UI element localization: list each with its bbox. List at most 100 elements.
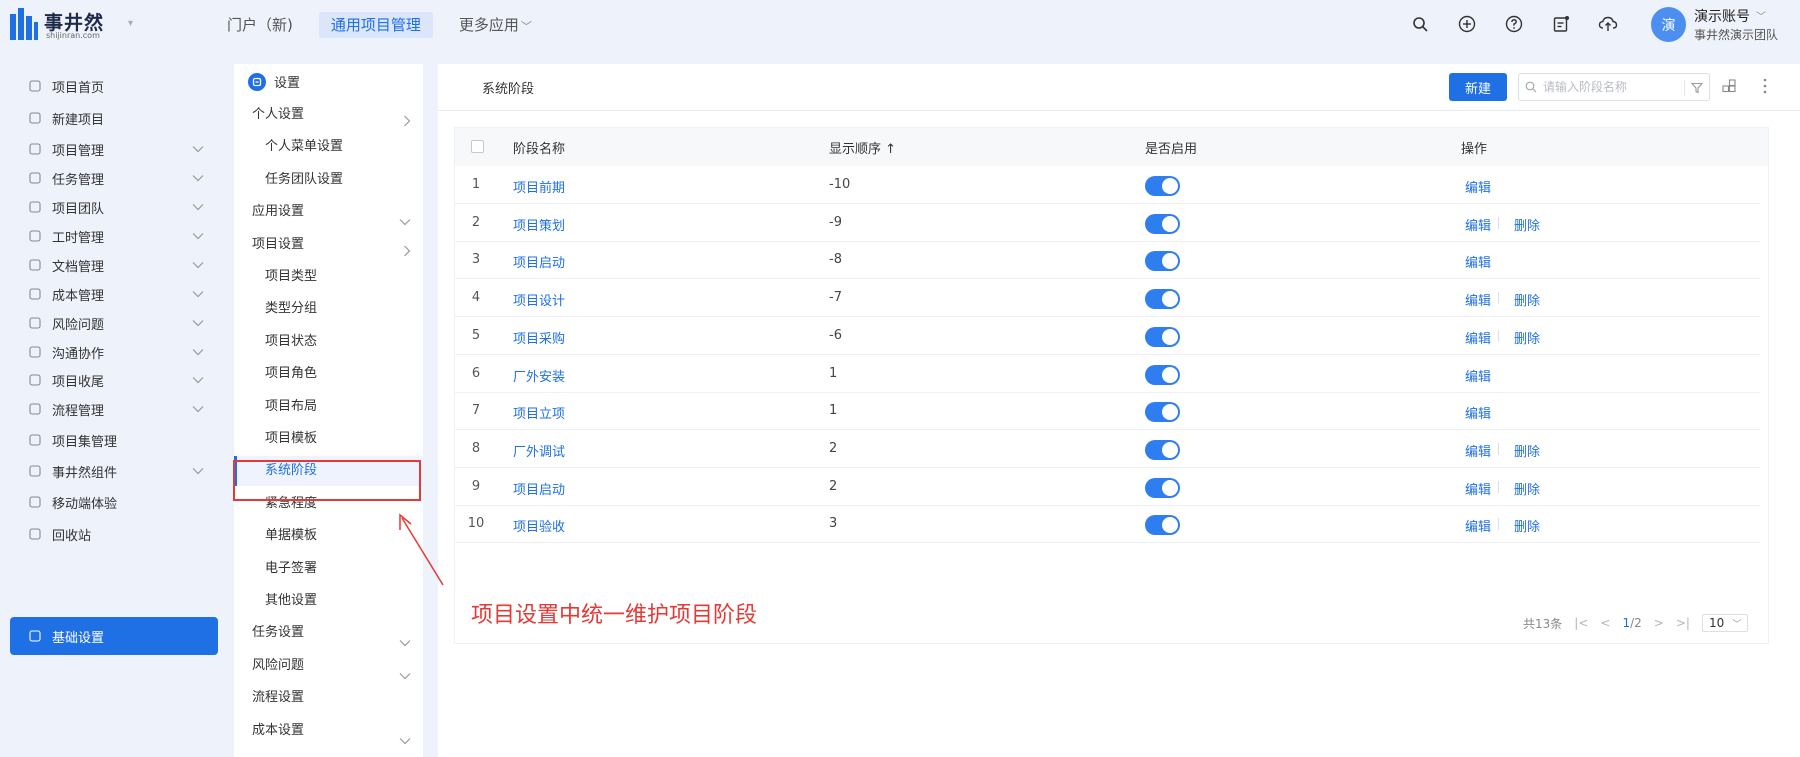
op-separator [1498, 442, 1499, 455]
pager-total: 共13条 [1523, 616, 1563, 631]
settings-menu-item[interactable]: 个人设置 [234, 100, 423, 130]
enabled-toggle[interactable] [1145, 515, 1180, 536]
nav-project-management[interactable]: 通用项目管理 [318, 12, 433, 38]
user-name[interactable]: 演示账号 [1694, 6, 1750, 26]
settings-menu-label: 流程设置 [252, 690, 305, 706]
chevron-down-icon [399, 727, 411, 757]
delete-link[interactable]: 删除 [1514, 516, 1540, 535]
stage-name-link[interactable]: 项目采购 [513, 328, 565, 347]
first-page-icon[interactable]: |< [1574, 616, 1588, 630]
settings-menu-item[interactable]: 项目布局 [234, 392, 423, 422]
delete-link[interactable]: 删除 [1514, 215, 1540, 234]
chevron-down-icon[interactable]: ﹀ [1756, 8, 1766, 23]
more-icon[interactable] [1762, 77, 1768, 99]
enabled-toggle[interactable] [1145, 439, 1180, 460]
enabled-toggle[interactable] [1145, 176, 1180, 196]
settings-menu-item[interactable]: 项目类型 [234, 262, 423, 292]
settings-menu-item[interactable]: 个人菜单设置 [234, 132, 423, 162]
stage-name-link[interactable]: 项目前期 [513, 177, 565, 196]
enabled-toggle[interactable] [1145, 326, 1180, 347]
display-order: -7 [829, 290, 842, 306]
select-all-checkbox[interactable] [471, 140, 484, 153]
stage-name-link[interactable]: 项目策划 [513, 215, 565, 234]
avatar[interactable]: 演 [1651, 7, 1686, 42]
edit-link[interactable]: 编辑 [1465, 328, 1491, 347]
search-icon [1519, 81, 1543, 93]
enabled-toggle[interactable] [1145, 364, 1180, 385]
search-icon[interactable] [1408, 12, 1432, 36]
edit-link[interactable]: 编辑 [1465, 290, 1491, 309]
edit-link[interactable]: 编辑 [1465, 479, 1491, 498]
chevron-down-icon [192, 229, 204, 244]
display-order: -9 [829, 214, 842, 230]
nav-portal[interactable]: 门户（新) [215, 12, 305, 38]
delete-link[interactable]: 删除 [1514, 479, 1540, 498]
edit-link[interactable]: 编辑 [1465, 215, 1491, 234]
nav-more-apps[interactable]: 更多应用 ﹀ [447, 12, 544, 38]
page-size-select[interactable]: 10 ﹀ [1701, 614, 1749, 632]
filter-icon[interactable] [1684, 80, 1703, 96]
stage-name-link[interactable]: 项目设计 [513, 290, 565, 309]
stage-name-link[interactable]: 项目立项 [513, 403, 565, 422]
plus-circle-icon[interactable] [1455, 12, 1479, 36]
table-row: 10 项目验收 3 编辑 删除 [455, 505, 1760, 544]
settings-menu-item[interactable]: 项目状态 [234, 327, 423, 357]
enabled-toggle[interactable] [1145, 251, 1180, 272]
settings-menu-item[interactable]: 任务团队设置 [234, 165, 423, 195]
new-button[interactable]: 新建 [1449, 73, 1507, 101]
edit-link[interactable]: 编辑 [1465, 516, 1491, 535]
prev-page-icon[interactable]: < [1600, 616, 1610, 630]
settings-menu-item[interactable]: 其他设置 [234, 586, 423, 616]
trash-icon [28, 527, 42, 541]
edit-link[interactable]: 编辑 [1465, 177, 1491, 196]
cloud-upload-icon[interactable] [1596, 12, 1620, 36]
settings-menu-item[interactable]: 流程设置 [234, 683, 423, 713]
stage-name-link[interactable]: 厂外安装 [513, 366, 565, 385]
stack-icon [28, 433, 42, 447]
settings-menu-item[interactable]: 成本设置 [234, 716, 423, 746]
delete-link[interactable]: 删除 [1514, 290, 1540, 309]
sidebar-item-label: 沟通协作 [52, 346, 105, 362]
delete-link[interactable]: 删除 [1514, 441, 1540, 460]
search-input[interactable] [1543, 80, 1679, 94]
settings-menu-item[interactable]: 任务设置 [234, 618, 423, 648]
enabled-toggle[interactable] [1145, 477, 1180, 498]
settings-menu-item[interactable]: 项目角色 [234, 359, 423, 389]
stage-name-link[interactable]: 项目启动 [513, 252, 565, 271]
logo-subtext: shijinran.com [46, 31, 100, 40]
settings-menu-item[interactable]: 项目模板 [234, 424, 423, 454]
settings-menu-item[interactable]: 类型分组 [234, 294, 423, 324]
stage-name-link[interactable]: 项目启动 [513, 479, 565, 498]
highlight-box [233, 460, 421, 501]
col-order[interactable]: 显示顺序 ↑ [829, 138, 896, 157]
pager-position: 1/2 [1622, 616, 1641, 630]
stage-name-link[interactable]: 项目验收 [513, 516, 565, 535]
layout-icon[interactable] [1722, 79, 1736, 97]
stage-name-link[interactable]: 厂外调试 [513, 441, 565, 460]
col-name[interactable]: 阶段名称 [513, 138, 565, 157]
app-logo[interactable]: 事井然 shijinran.com ▾ [10, 6, 133, 44]
enabled-toggle[interactable] [1145, 289, 1180, 310]
stages-table: 阶段名称 显示顺序 ↑ 是否启用 操作 1 项目前期 -10 编辑 2 项目策划 -9 编辑删… [454, 127, 1769, 644]
delete-link[interactable]: 删除 [1514, 328, 1540, 347]
last-page-icon[interactable]: >| [1676, 616, 1690, 630]
settings-menu-item[interactable]: 项目设置 [234, 230, 423, 260]
chevron-down-icon [192, 402, 204, 417]
enabled-toggle[interactable] [1145, 402, 1180, 423]
edit-link[interactable]: 编辑 [1465, 403, 1491, 422]
enabled-toggle[interactable] [1145, 213, 1180, 234]
help-icon[interactable] [1502, 12, 1526, 36]
chevron-down-icon[interactable]: ▾ [128, 18, 133, 29]
chevron-down-icon [192, 258, 204, 273]
sidebar-item[interactable]: 回收站 [10, 515, 218, 553]
notice-icon[interactable] [1549, 12, 1573, 36]
logo-mark-icon [10, 8, 38, 40]
edit-link[interactable]: 编辑 [1465, 252, 1491, 271]
settings-menu-item[interactable]: 应用设置 [234, 197, 423, 227]
settings-menu-item[interactable]: 风险问题 [234, 651, 423, 681]
sidebar-item[interactable]: 基础设置 [10, 617, 218, 655]
settings-menu-label: 类型分组 [265, 301, 318, 317]
edit-link[interactable]: 编辑 [1465, 441, 1491, 460]
edit-link[interactable]: 编辑 [1465, 366, 1491, 385]
next-page-icon[interactable]: > [1654, 616, 1664, 630]
